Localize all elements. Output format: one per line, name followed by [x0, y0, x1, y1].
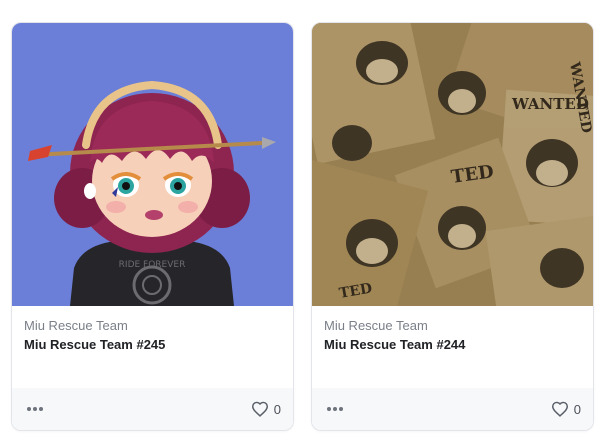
like-button[interactable]: 0 [251, 398, 281, 420]
heart-outline-icon [251, 401, 268, 417]
card-footer: 0 [312, 388, 593, 430]
nft-card[interactable]: RIDE FOREVER Miu Rescue Team Miu Rescue … [11, 22, 294, 431]
svg-text:RIDE FOREVER: RIDE FOREVER [119, 260, 186, 270]
more-dots-icon [27, 407, 43, 411]
collection-name[interactable]: Miu Rescue Team [324, 318, 581, 334]
more-options-button[interactable] [324, 400, 346, 418]
nft-title[interactable]: Miu Rescue Team #245 [24, 337, 281, 353]
nft-card[interactable]: WANTED WANTED TED TED Miu Rescue Team Mi… [311, 22, 594, 431]
like-count: 0 [273, 401, 281, 417]
nft-grid: RIDE FOREVER Miu Rescue Team Miu Rescue … [0, 0, 606, 445]
card-footer: 0 [12, 388, 293, 430]
collection-name[interactable]: Miu Rescue Team [24, 318, 281, 334]
nft-title[interactable]: Miu Rescue Team #244 [324, 337, 581, 353]
like-count: 0 [573, 401, 581, 417]
more-options-button[interactable] [24, 400, 46, 418]
heart-outline-icon [551, 401, 568, 417]
nft-image[interactable]: RIDE FOREVER [12, 23, 293, 306]
nft-image[interactable]: WANTED WANTED TED TED [312, 23, 593, 306]
like-button[interactable]: 0 [551, 398, 581, 420]
card-info: Miu Rescue Team Miu Rescue Team #244 [324, 318, 581, 353]
card-info: Miu Rescue Team Miu Rescue Team #245 [24, 318, 281, 353]
more-dots-icon [327, 407, 343, 411]
